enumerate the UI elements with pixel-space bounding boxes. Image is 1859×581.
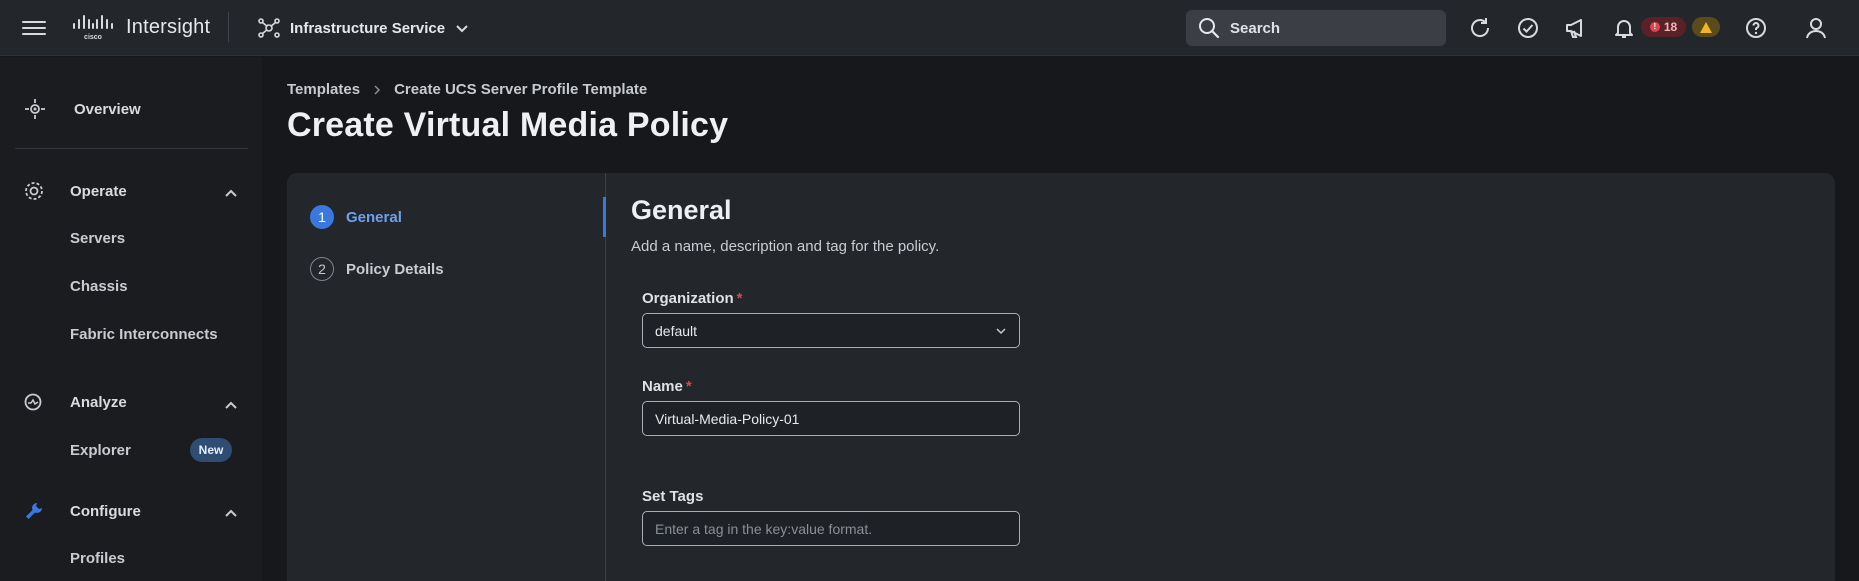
tags-field[interactable]	[642, 511, 1020, 546]
step-number: 1	[310, 205, 334, 229]
global-search[interactable]: Search	[1186, 10, 1446, 46]
sidebar-divider	[15, 148, 248, 149]
sidebar-item-operate[interactable]: Operate	[24, 181, 127, 201]
warning-icon	[1700, 21, 1712, 33]
search-icon	[1199, 18, 1220, 39]
task-check-icon[interactable]	[1516, 16, 1540, 40]
configure-chevron-up-icon[interactable]	[224, 506, 238, 520]
section-title: General	[631, 195, 732, 225]
name-input[interactable]	[655, 410, 1007, 427]
organization-value: default	[655, 322, 698, 339]
operate-chevron-up-icon[interactable]	[224, 186, 238, 200]
wizard-card	[287, 173, 1835, 581]
user-icon[interactable]	[1804, 16, 1828, 40]
analyze-chevron-up-icon[interactable]	[224, 398, 238, 412]
announcement-icon[interactable]	[1564, 16, 1588, 40]
bell-icon[interactable]	[1612, 16, 1636, 40]
operate-gear-icon	[25, 182, 43, 200]
sidebar-item-configure[interactable]: Configure	[24, 501, 141, 521]
svg-text:cisco: cisco	[84, 34, 102, 41]
name-field[interactable]	[642, 401, 1020, 436]
step-policy-details[interactable]: 2 Policy Details	[310, 257, 444, 281]
name-label: Name *	[642, 378, 692, 395]
tags-label: Set Tags	[642, 488, 704, 505]
sidebar-label-configure: Configure	[70, 502, 141, 520]
chevron-down-icon	[996, 328, 1006, 335]
breadcrumb-create-template[interactable]: Create UCS Server Profile Template	[394, 81, 647, 98]
chevron-down-icon	[456, 25, 468, 33]
organization-label: Organization *	[642, 290, 743, 307]
active-step-indicator	[603, 197, 606, 237]
critical-count: 18	[1663, 20, 1678, 34]
sidebar: Overview Operate Servers Chassis Fabric …	[0, 57, 262, 581]
new-badge: New	[190, 438, 232, 462]
menu-icon[interactable]	[22, 17, 46, 39]
step-number: 2	[310, 257, 334, 281]
overview-icon	[25, 99, 45, 119]
critical-icon: !	[1649, 22, 1660, 32]
page-title: Create Virtual Media Policy	[287, 106, 729, 144]
search-placeholder: Search	[1230, 19, 1281, 37]
section-subtitle: Add a name, description and tag for the …	[631, 238, 940, 255]
step-label: Policy Details	[346, 260, 444, 278]
sidebar-item-profiles[interactable]: Profiles	[70, 550, 125, 567]
analyze-icon	[24, 393, 42, 411]
top-bar: cisco Intersight Infrastructure Service …	[0, 0, 1859, 56]
sidebar-label-overview: Overview	[74, 100, 141, 118]
sidebar-item-explorer[interactable]: Explorer	[70, 442, 131, 459]
sidebar-item-analyze[interactable]: Analyze	[24, 393, 127, 411]
header-divider	[228, 12, 229, 42]
sidebar-item-servers[interactable]: Servers	[70, 230, 125, 247]
service-icon	[258, 18, 280, 38]
chevron-right-icon	[374, 84, 381, 95]
warning-alarm-badge[interactable]	[1692, 17, 1720, 37]
step-general[interactable]: 1 General	[310, 205, 402, 229]
critical-alarm-badge[interactable]: ! 18	[1641, 17, 1686, 37]
service-label: Infrastructure Service	[290, 19, 446, 37]
sidebar-item-fabric-interconnects[interactable]: Fabric Interconnects	[70, 326, 218, 343]
cisco-logo: cisco	[73, 15, 113, 41]
configure-wrench-icon	[26, 503, 42, 519]
step-label: General	[346, 208, 402, 226]
organization-select[interactable]: default	[642, 313, 1020, 348]
tags-input[interactable]	[655, 520, 1007, 537]
breadcrumb-templates[interactable]: Templates	[287, 81, 360, 98]
sidebar-label-operate: Operate	[70, 182, 127, 200]
service-switcher[interactable]: Infrastructure Service	[258, 14, 469, 42]
help-icon[interactable]	[1744, 16, 1768, 40]
sidebar-label-analyze: Analyze	[70, 393, 127, 411]
breadcrumb: Templates Create UCS Server Profile Temp…	[287, 81, 647, 98]
sidebar-item-chassis[interactable]: Chassis	[70, 278, 128, 295]
sidebar-item-overview[interactable]: Overview	[24, 98, 141, 120]
refresh-icon[interactable]	[1468, 16, 1492, 40]
app-title: Intersight	[126, 16, 211, 38]
